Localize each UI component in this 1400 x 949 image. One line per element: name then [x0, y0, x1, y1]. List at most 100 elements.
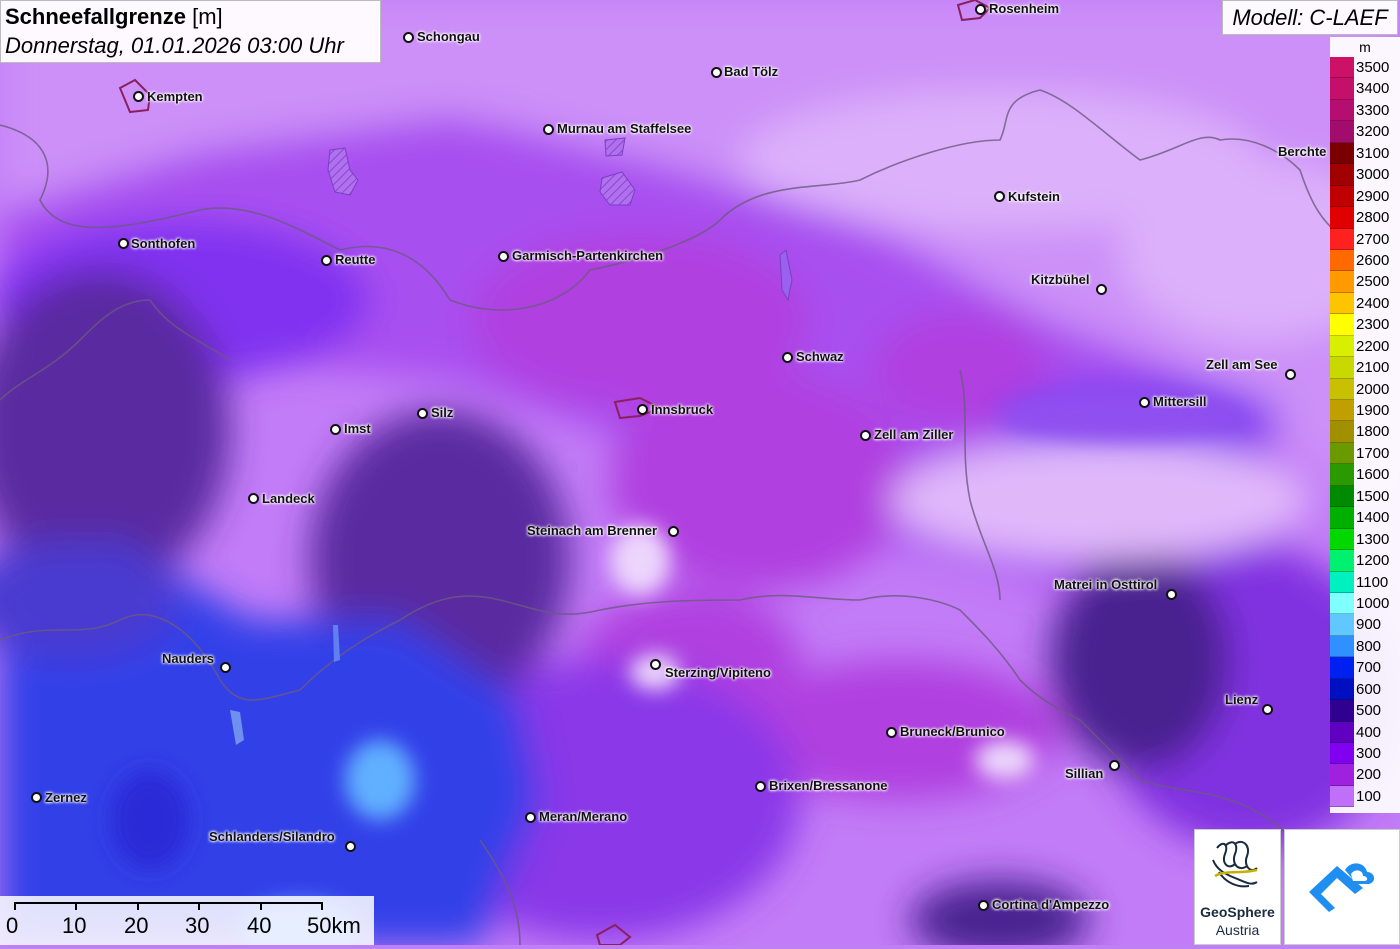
city-label: Kempten	[147, 89, 203, 104]
legend-label: 2900	[1356, 187, 1390, 205]
cloud-arrow-icon	[1309, 863, 1375, 912]
weather-logo[interactable]	[1284, 829, 1400, 945]
legend-label: 2500	[1356, 273, 1390, 291]
city-label: Lienz	[1225, 692, 1259, 707]
scale-tick	[137, 902, 139, 910]
city-label: Steinach am Brenner	[527, 523, 658, 538]
city-marker-icon	[782, 352, 793, 363]
legend-label: 3000	[1356, 166, 1390, 184]
legend-label: 2100	[1356, 359, 1390, 377]
city-label: Silz	[431, 405, 454, 420]
city-marker-icon	[31, 792, 42, 803]
legend-unit: m	[1359, 39, 1371, 55]
city-marker-icon	[498, 251, 509, 262]
legend-label: 2700	[1356, 230, 1390, 248]
legend-label: 1900	[1356, 402, 1390, 419]
city-label: Murnau am Staffelsee	[557, 121, 692, 136]
legend-swatch	[1330, 292, 1354, 315]
city-label: Innsbruck	[651, 402, 714, 417]
city-label: Landeck	[262, 491, 315, 506]
city-label: Rosenheim	[989, 1, 1060, 16]
city-marker-icon	[118, 238, 129, 249]
legend-swatch	[1330, 228, 1354, 250]
legend-label: 2300	[1356, 316, 1390, 334]
scale-tick	[260, 902, 262, 910]
geosphere-emblem-icon	[1212, 840, 1258, 888]
city-marker-icon	[1096, 284, 1107, 295]
legend-label: 1400	[1356, 509, 1390, 527]
city-marker-icon	[1139, 397, 1150, 408]
legend-label: 3100	[1356, 144, 1390, 162]
legend-swatch	[1330, 571, 1354, 593]
city-marker-icon	[543, 124, 554, 135]
legend-label: 2000	[1356, 380, 1390, 398]
city-marker-icon	[975, 4, 986, 15]
city-marker-icon	[345, 841, 356, 852]
legend-swatch	[1330, 314, 1354, 336]
legend-swatch	[1330, 142, 1354, 165]
model-label: Modell: C-LAEF	[1222, 0, 1398, 35]
city-marker-icon	[321, 255, 332, 266]
legend-label: 400	[1356, 723, 1382, 741]
legend-label: 3300	[1356, 101, 1390, 119]
city-label: Schongau	[417, 29, 480, 44]
legend-label: 1800	[1356, 423, 1390, 441]
legend-swatch	[1330, 207, 1354, 229]
legend-label: 1600	[1356, 466, 1390, 484]
city-marker-icon	[1285, 369, 1296, 380]
city-label: Garmisch-Partenkirchen	[512, 248, 664, 263]
scale-tick	[198, 902, 200, 910]
city-label: Schlanders/Silandro	[209, 829, 335, 844]
city-label: Zernez	[45, 790, 87, 805]
city-marker-icon	[978, 900, 989, 911]
city-marker-icon	[994, 191, 1005, 202]
legend-swatch	[1330, 764, 1354, 786]
snowline-map[interactable]	[0, 0, 1400, 945]
legend-swatch	[1330, 378, 1354, 400]
legend-label: 3500	[1356, 59, 1390, 76]
city-label: Bad Tölz	[724, 64, 779, 79]
city-label: Zell am Ziller	[874, 427, 954, 442]
geosphere-sub: Austria	[1215, 922, 1260, 938]
city-marker-icon	[755, 781, 766, 792]
legend-swatch	[1330, 743, 1354, 765]
city-marker-icon	[711, 67, 722, 78]
legend-swatch	[1330, 57, 1354, 79]
legend-label: 100	[1356, 787, 1382, 805]
color-legend: m 3500 3400 3300 3200 3100 3000 2900 2800 2700 26…	[1330, 37, 1400, 813]
legend-labels: 3500 3400 3300 3200 3100 3000 2900 2800 2700 2600…	[1355, 57, 1400, 807]
scale-line	[14, 902, 322, 904]
legend-swatch	[1330, 678, 1354, 701]
legend-swatch	[1330, 271, 1354, 293]
legend-label: 1700	[1356, 444, 1390, 462]
legend-label: 1500	[1356, 487, 1390, 505]
legend-swatch	[1330, 700, 1354, 722]
legend-label: 500	[1356, 702, 1382, 720]
scale-label: 10	[62, 913, 87, 938]
city-marker-icon	[403, 32, 414, 43]
city-label: Bruneck/Brunico	[900, 724, 1005, 739]
legend-label: 3200	[1356, 123, 1390, 141]
legend-swatch	[1330, 164, 1354, 186]
city-marker-icon	[220, 662, 231, 673]
scale-label: 30	[185, 913, 210, 938]
legend-swatch	[1330, 400, 1354, 422]
legend-label: 1200	[1356, 552, 1390, 570]
map-title: Schneefallgrenze [m]	[5, 4, 223, 29]
scale-tick	[321, 902, 323, 910]
city-marker-icon	[886, 727, 897, 738]
city-marker-icon	[637, 404, 648, 415]
legend-swatch	[1330, 464, 1354, 486]
legend-swatch	[1330, 99, 1354, 122]
legend-label: 300	[1356, 745, 1382, 762]
legend-swatch	[1330, 550, 1354, 572]
legend-swatch	[1330, 635, 1354, 658]
geosphere-name: GeoSphere	[1200, 904, 1275, 920]
legend-label: 2400	[1356, 294, 1390, 312]
legend-label: 900	[1356, 616, 1382, 634]
city-label: Reutte	[335, 252, 376, 267]
geosphere-logo[interactable]: GeoSphere Austria	[1194, 829, 1281, 945]
legend-swatch	[1330, 785, 1354, 808]
legend-swatch	[1330, 185, 1354, 208]
legend-label: 200	[1356, 766, 1382, 784]
